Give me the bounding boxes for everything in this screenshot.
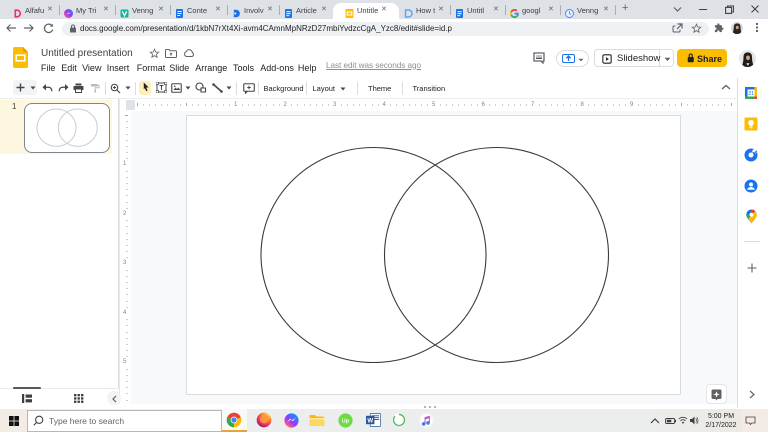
svg-text:W: W [367, 418, 373, 424]
svg-text:Up: Up [342, 418, 350, 424]
svg-text:31: 31 [748, 91, 754, 97]
